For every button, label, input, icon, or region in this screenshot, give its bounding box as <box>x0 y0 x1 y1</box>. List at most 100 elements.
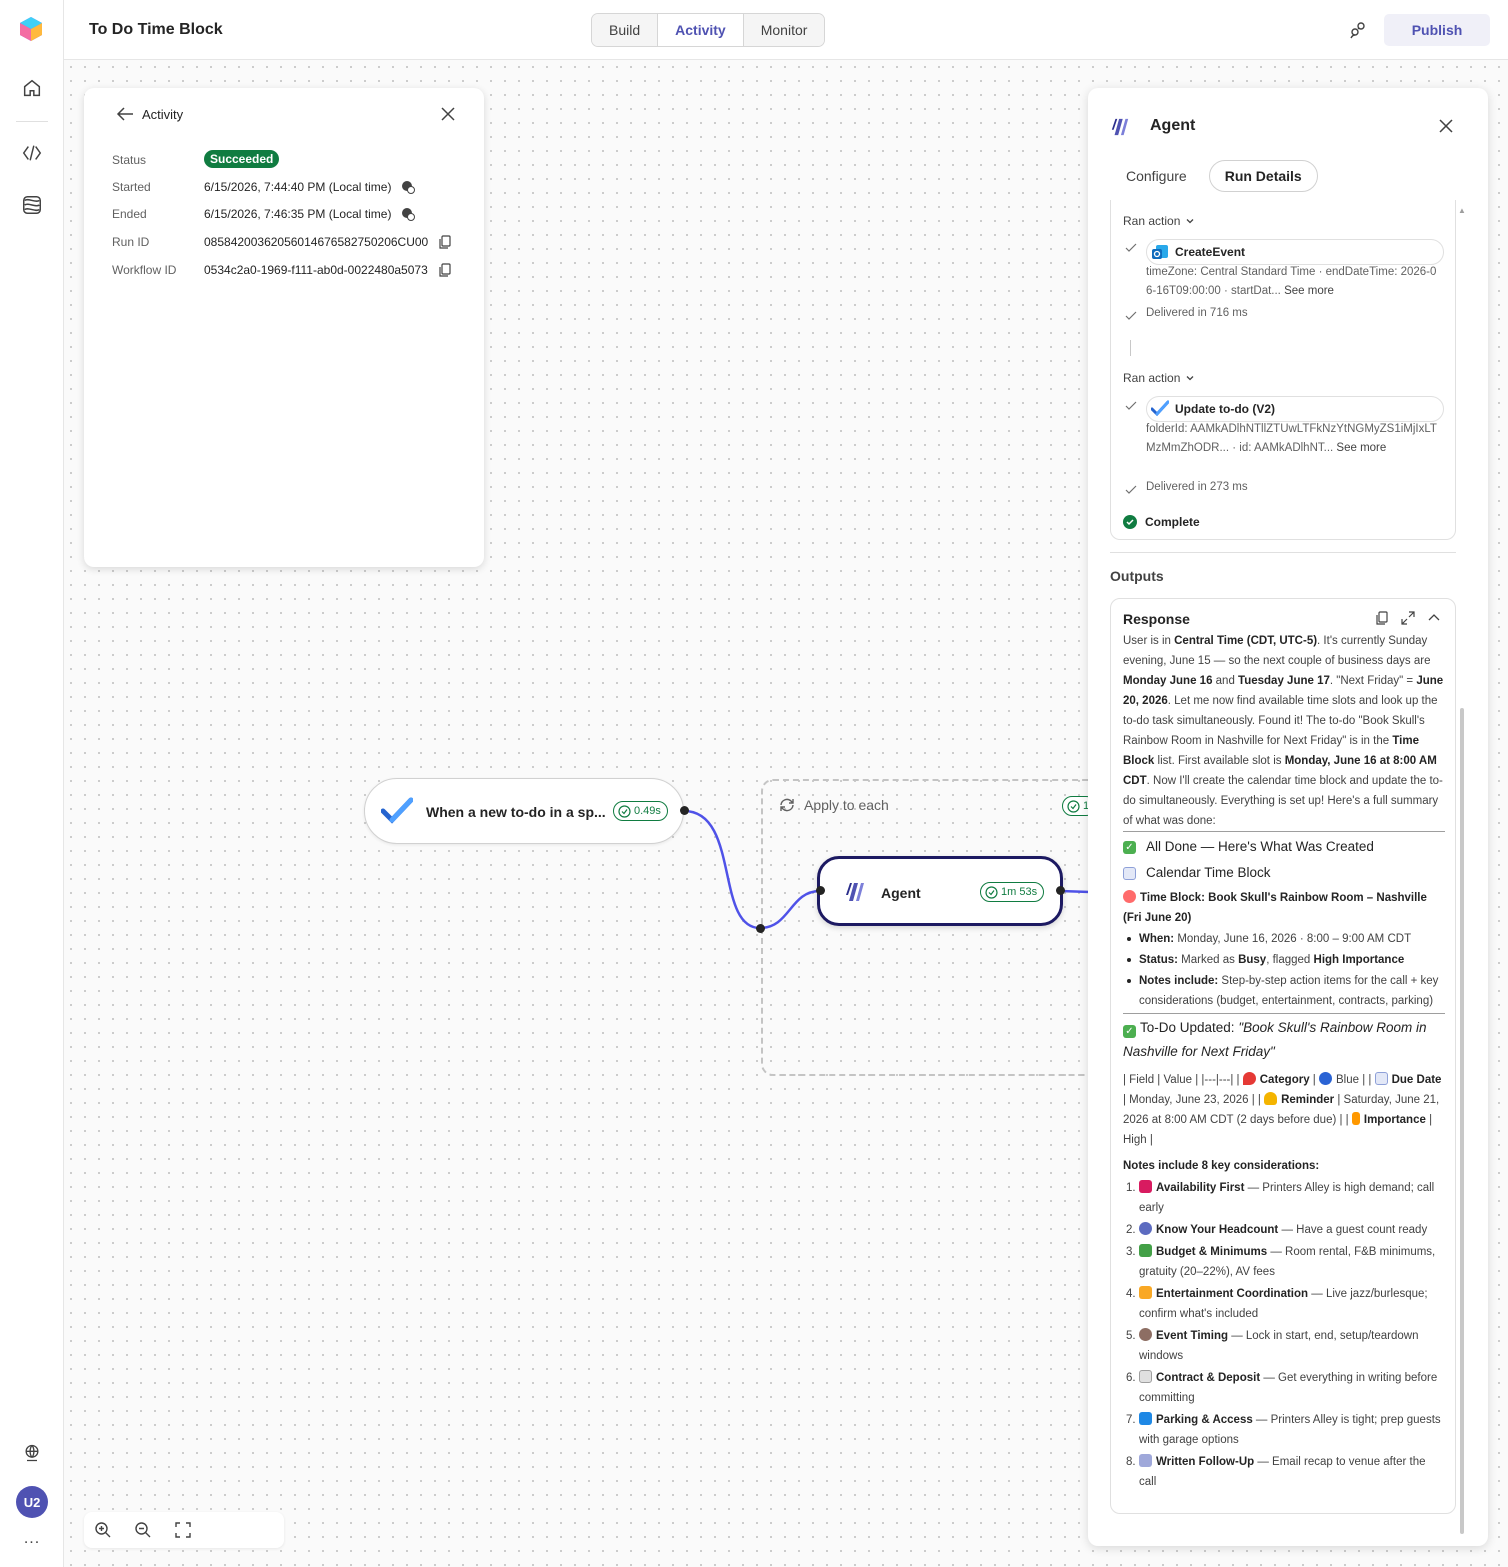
response-card: Response User is in Central Time (CDT, U… <box>1110 598 1456 1514</box>
tab-activity[interactable]: Activity <box>658 14 744 46</box>
response-title: Response <box>1123 611 1190 627</box>
check-circle-icon <box>985 885 998 899</box>
data-icon[interactable] <box>18 191 46 219</box>
fit-view-icon[interactable] <box>174 1521 192 1539</box>
considerations-list: 1. Availability First — Printers Alley is… <box>1123 1178 1445 1492</box>
calendar-heading: Calendar Time Block <box>1123 860 1445 886</box>
pushpin-icon <box>1242 1072 1256 1085</box>
agent-node[interactable]: Agent 1m 53s <box>817 856 1063 926</box>
list-item: Status: Marked as Busy, flagged High Imp… <box>1123 950 1445 970</box>
todo-fields-table: | Field | Value | |---|---| | Category |… <box>1123 1072 1442 1146</box>
todo-check-icon <box>1151 400 1169 417</box>
blue-circle-icon <box>1319 1072 1332 1085</box>
close-icon[interactable] <box>440 106 456 122</box>
outlook-calendar-icon <box>1152 245 1168 259</box>
phone-icon <box>1139 1180 1152 1193</box>
people-icon <box>1139 1222 1152 1235</box>
all-done-heading: ✓ All Done — Here's What Was Created <box>1123 834 1445 860</box>
action-createevent-detail: timeZone: Central Standard Time · endDat… <box>1146 266 1437 297</box>
share-icon[interactable] <box>1348 20 1368 40</box>
see-more-link[interactable]: See more <box>1284 285 1334 297</box>
publish-button[interactable]: Publish <box>1384 14 1490 46</box>
response-body: User is in Central Time (CDT, UTC-5). It… <box>1123 631 1445 1494</box>
zoom-in-icon[interactable] <box>94 1521 112 1539</box>
copy-icon[interactable] <box>1375 611 1389 625</box>
tab-monitor[interactable]: Monitor <box>743 14 825 46</box>
check-circle-icon <box>618 804 631 818</box>
document-icon <box>1139 1370 1152 1383</box>
tab-build[interactable]: Build <box>592 14 659 46</box>
mask-icon <box>1139 1286 1152 1299</box>
ran-action-toggle[interactable]: Ran action <box>1123 214 1195 228</box>
checkmark-icon <box>1125 485 1137 494</box>
panel-scrollbar[interactable] <box>1460 708 1464 1534</box>
left-rail: U2 ... <box>0 0 64 1567</box>
list-item: 7. Parking & Access — Printers Alley is t… <box>1126 1412 1441 1446</box>
notes-heading: Notes include 8 key considerations: <box>1123 1160 1320 1172</box>
mail-icon <box>1139 1454 1152 1467</box>
copy-icon[interactable] <box>438 263 452 277</box>
home-icon[interactable] <box>18 74 46 102</box>
activity-header: Activity <box>116 106 183 122</box>
chevron-down-icon <box>1186 219 1194 224</box>
close-icon[interactable] <box>1438 118 1454 134</box>
agent-icon <box>1111 118 1129 136</box>
scroll-up-icon[interactable]: ▲ <box>1458 206 1466 215</box>
ran-action-toggle[interactable]: Ran action <box>1123 371 1195 385</box>
chevron-up-icon[interactable] <box>1427 611 1441 625</box>
parking-icon <box>1139 1412 1152 1425</box>
status-badge: Succeeded <box>204 150 280 168</box>
globe-icon[interactable] <box>18 1439 46 1467</box>
more-icon[interactable]: ... <box>20 1530 44 1548</box>
checkmark-icon <box>1125 401 1137 410</box>
checkmark-icon <box>1125 243 1137 252</box>
agent-panel-tabs: Configure Run Details <box>1114 160 1318 192</box>
agent-input-port[interactable] <box>816 886 825 895</box>
code-icon[interactable] <box>18 139 46 167</box>
check-circle-filled-icon <box>1123 515 1137 529</box>
trigger-output-port[interactable] <box>680 806 689 815</box>
timezone-globe-icon[interactable] <box>401 207 416 221</box>
checkmark-icon <box>1125 311 1137 320</box>
zoom-controls <box>84 1512 284 1548</box>
run-complete-status: Complete <box>1123 515 1200 529</box>
divider <box>1110 552 1456 553</box>
calendar-icon <box>1374 1072 1388 1085</box>
agent-duration-badge: 1m 53s <box>980 882 1045 902</box>
timer-icon <box>1139 1328 1152 1341</box>
agent-icon <box>846 883 864 901</box>
action-update-todo[interactable]: Update to-do (V2) <box>1146 396 1444 422</box>
page-title: To Do Time Block <box>89 21 223 38</box>
bell-icon <box>1264 1092 1278 1105</box>
alarm-clock-icon <box>1123 890 1136 903</box>
zoom-out-icon[interactable] <box>134 1521 152 1539</box>
tab-run-details[interactable]: Run Details <box>1208 160 1318 192</box>
agent-output-port[interactable] <box>1056 886 1065 895</box>
tab-configure[interactable]: Configure <box>1114 161 1199 191</box>
todo-updated-heading: ✓ To-Do Updated: "Book Skull's Rainbow Ro… <box>1123 1020 1427 1059</box>
loop-junction-port[interactable] <box>756 924 765 933</box>
back-arrow-icon[interactable] <box>116 106 134 122</box>
see-more-link[interactable]: See more <box>1336 442 1386 454</box>
step-connector <box>1130 340 1131 356</box>
app-logo-icon[interactable] <box>18 16 44 42</box>
list-item: 6. Contract & Deposit — Get everything in… <box>1126 1370 1438 1404</box>
trigger-node[interactable]: When a new to-do in a sp... 0.49s <box>364 778 684 844</box>
activity-panel: Activity Status Succeeded Started 6/15/2… <box>84 88 484 567</box>
expand-icon[interactable] <box>1401 611 1415 625</box>
trigger-label: When a new to-do in a sp... <box>426 804 606 820</box>
calendar-icon <box>1123 866 1136 880</box>
list-item: 8. Written Follow-Up — Email recap to ven… <box>1126 1454 1426 1488</box>
list-item: 4. Entertainment Coordination — Live jazz… <box>1126 1286 1428 1320</box>
top-bar: To Do Time Block Build Activity Monitor … <box>64 0 1508 60</box>
check-box-icon: ✓ <box>1123 1025 1136 1038</box>
avatar[interactable]: U2 <box>16 1486 48 1518</box>
timezone-globe-icon[interactable] <box>401 180 416 194</box>
check-circle-icon <box>1067 799 1080 813</box>
activity-title: Activity <box>142 106 184 122</box>
copy-icon[interactable] <box>438 235 452 249</box>
action-createevent[interactable]: CreateEvent <box>1146 239 1444 265</box>
time-block-bullets: When: Monday, June 16, 2026 · 8:00 – 9:0… <box>1123 929 1445 1011</box>
list-item: 1. Availability First — Printers Alley is… <box>1126 1180 1435 1214</box>
delivered-time: Delivered in 716 ms <box>1146 307 1248 319</box>
